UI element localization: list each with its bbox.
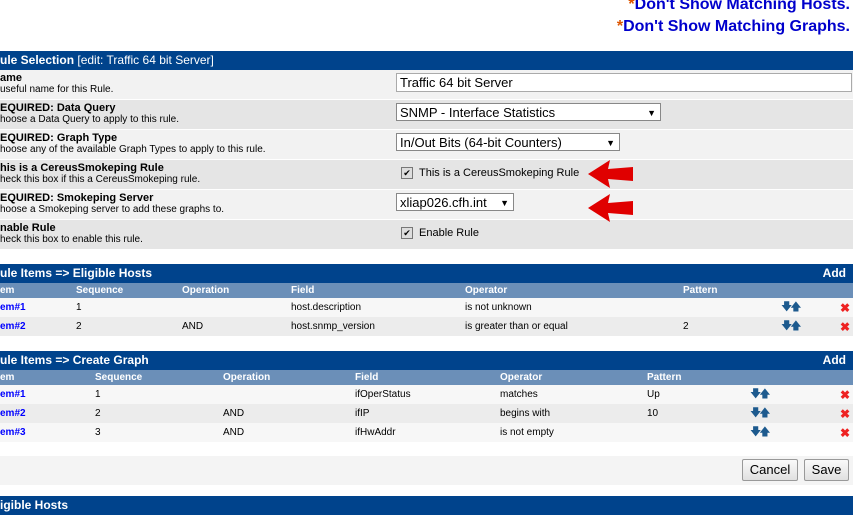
- data-query-select[interactable]: SNMP - Interface Statistics ▼: [396, 103, 661, 121]
- move-up-down-icon[interactable]: 🡇🡅: [750, 407, 771, 419]
- table-row: em#1 1 host.description is not unknown 🡇…: [0, 298, 853, 317]
- delete-x-icon[interactable]: ✖: [840, 301, 850, 315]
- add-create-graph-item-button[interactable]: Add: [823, 351, 846, 370]
- delete-x-icon[interactable]: ✖: [840, 320, 850, 334]
- red-arrow-annotation-icon: [588, 194, 633, 222]
- enable-rule-checkbox[interactable]: ✔: [401, 227, 413, 240]
- field-row-name: ame useful name for this Rule. Traffic 64…: [0, 70, 853, 100]
- field-row-enable: nable Rule heck this box to enable this r…: [0, 220, 853, 250]
- dont-show-matching-graphs-link[interactable]: Don't Show Matching Graphs.: [623, 18, 850, 35]
- smokeping-server-select[interactable]: xliap026.cfh.int ▼: [396, 193, 514, 211]
- table-row: em#2 2 AND ifIP begins with 10 🡇🡅 ✖: [0, 404, 853, 423]
- item-link[interactable]: em#2: [0, 321, 26, 332]
- delete-x-icon[interactable]: ✖: [840, 407, 850, 421]
- show-hosts-link-row[interactable]: *Don't Show Matching Hosts.: [617, 0, 850, 16]
- table-row: em#2 2 AND host.snmp_version is greater …: [0, 317, 853, 336]
- rule-selection-panel: ule Selection [edit: Traffic 64 bit Serv…: [0, 51, 853, 250]
- dropdown-arrow-icon: ▼: [606, 138, 615, 148]
- field-row-data-query: EQUIRED: Data Query hoose a Data Query to…: [0, 100, 853, 130]
- item-link[interactable]: em#3: [0, 427, 26, 438]
- eligible-hosts-list-header: igible Hosts: [0, 496, 853, 515]
- eligible-hosts-header: ule Items => Eligible Hosts Add: [0, 264, 853, 283]
- top-links: *Don't Show Matching Hosts. *Don't Show …: [617, 0, 850, 38]
- item-link[interactable]: em#1: [0, 302, 26, 313]
- graph-type-select[interactable]: In/Out Bits (64-bit Counters) ▼: [396, 133, 620, 151]
- table-row: em#1 1 ifOperStatus matches Up 🡇🡅 ✖: [0, 385, 853, 404]
- move-up-down-icon[interactable]: 🡇🡅: [781, 320, 802, 332]
- table-row: em#3 3 AND ifHwAddr is not empty 🡇🡅 ✖: [0, 423, 853, 442]
- show-graphs-link-row[interactable]: *Don't Show Matching Graphs.: [617, 16, 850, 38]
- delete-x-icon[interactable]: ✖: [840, 426, 850, 440]
- item-link[interactable]: em#2: [0, 408, 26, 419]
- dropdown-arrow-icon: ▼: [647, 108, 656, 118]
- delete-x-icon[interactable]: ✖: [840, 388, 850, 402]
- red-arrow-annotation-icon: [588, 160, 633, 188]
- create-graph-table: em Sequence Operation Field Operator Pat…: [0, 370, 853, 442]
- move-up-down-icon[interactable]: 🡇🡅: [750, 388, 771, 400]
- rule-edit-label: [edit: Traffic 64 bit Server]: [77, 53, 214, 67]
- field-row-smokeping-server: EQUIRED: Smokeping Server hoose a Smokepi…: [0, 190, 853, 220]
- dont-show-matching-hosts-link[interactable]: Don't Show Matching Hosts.: [635, 0, 850, 13]
- move-up-down-icon[interactable]: 🡇🡅: [750, 426, 771, 438]
- form-button-bar: Cancel Save: [0, 456, 853, 485]
- add-eligible-host-item-button[interactable]: Add: [823, 264, 846, 283]
- eligible-hosts-table: em Sequence Operation Field Operator Pat…: [0, 283, 853, 336]
- rule-name-input[interactable]: Traffic 64 bit Server: [396, 73, 852, 92]
- eligible-hosts-list-panel: igible Hosts: [0, 496, 853, 515]
- rule-selection-header: ule Selection [edit: Traffic 64 bit Serv…: [0, 51, 853, 70]
- move-up-down-icon[interactable]: 🡇🡅: [781, 301, 802, 313]
- eligible-hosts-panel: ule Items => Eligible Hosts Add em Seque…: [0, 264, 853, 336]
- item-link[interactable]: em#1: [0, 389, 26, 400]
- cancel-button[interactable]: Cancel: [742, 459, 798, 481]
- dropdown-arrow-icon: ▼: [500, 198, 509, 208]
- create-graph-header: ule Items => Create Graph Add: [0, 351, 853, 370]
- cereus-checkbox[interactable]: ✔: [401, 167, 413, 180]
- field-row-graph-type: EQUIRED: Graph Type hoose any of the avai…: [0, 130, 853, 160]
- create-graph-panel: ule Items => Create Graph Add em Sequenc…: [0, 351, 853, 442]
- save-button[interactable]: Save: [804, 459, 849, 481]
- field-row-cereus: his is a CereusSmokeping Rule heck this b…: [0, 160, 853, 190]
